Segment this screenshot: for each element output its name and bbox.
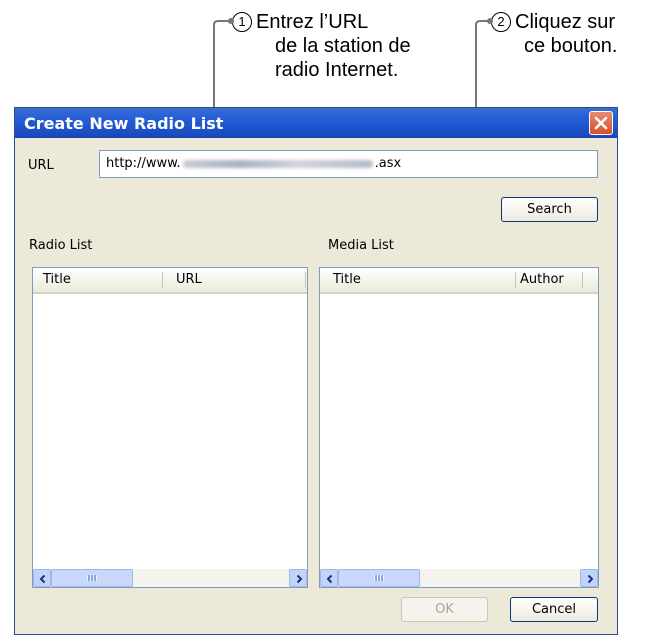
column-separator[interactable] [305, 272, 306, 288]
column-separator[interactable] [162, 272, 163, 288]
close-x-icon [594, 116, 608, 130]
url-value-suffix: .asx [374, 156, 402, 171]
grip-icon [374, 575, 384, 581]
cancel-button[interactable]: Cancel [510, 597, 598, 622]
callout-2-number: 2 [491, 12, 511, 32]
scroll-right-button[interactable] [580, 569, 598, 587]
media-list-hscrollbar[interactable] [320, 569, 598, 587]
arrow-left-icon [39, 574, 46, 584]
arrow-left-icon [326, 574, 333, 584]
callout-2-line-2: ce bouton. [524, 35, 618, 57]
media-list-label: Media List [328, 238, 394, 253]
close-button[interactable] [589, 111, 613, 135]
scroll-right-button[interactable] [289, 569, 307, 587]
callout-2: 2 Cliquez sur ce bouton. [491, 10, 617, 58]
ok-button[interactable]: OK [401, 597, 488, 622]
create-radio-list-dialog: Create New Radio List URL http://www. .as… [14, 107, 618, 635]
callout-1-line-2: de la station de [275, 35, 411, 57]
radio-list-col-url[interactable]: URL [176, 272, 202, 287]
scroll-thumb[interactable] [338, 569, 420, 587]
radio-list-hscrollbar[interactable] [33, 569, 307, 587]
radio-list-header: Title URL [33, 268, 307, 294]
callout-1-number: 1 [232, 12, 252, 32]
arrow-right-icon [587, 574, 594, 584]
scroll-left-button[interactable] [320, 569, 338, 587]
radio-list-label: Radio List [29, 238, 93, 253]
window-title: Create New Radio List [24, 114, 224, 133]
url-redacted-segment [182, 159, 373, 168]
callout-2-line-1: Cliquez sur [515, 11, 616, 33]
radio-list-view[interactable]: Title URL [32, 267, 308, 588]
media-list-col-title[interactable]: Title [333, 272, 361, 287]
scroll-left-button[interactable] [33, 569, 51, 587]
column-separator[interactable] [582, 272, 583, 288]
radio-list-col-title[interactable]: Title [43, 272, 71, 287]
title-bar[interactable]: Create New Radio List [15, 108, 617, 138]
arrow-right-icon [296, 574, 303, 584]
search-button[interactable]: Search [501, 197, 598, 222]
callout-1-line-3: radio Internet. [275, 59, 399, 81]
media-list-view[interactable]: Title Author [319, 267, 599, 588]
column-separator[interactable] [515, 272, 516, 288]
grip-icon [87, 575, 97, 581]
media-list-col-author[interactable]: Author [520, 272, 564, 287]
media-list-header: Title Author [320, 268, 598, 294]
url-label: URL [28, 158, 54, 173]
callout-1: 1 Entrez l’URL de la station de radio Int… [232, 10, 411, 82]
url-value-prefix: http://www. [106, 156, 181, 171]
url-input[interactable]: http://www. .asx [99, 150, 598, 178]
callout-1-line-1: Entrez l’URL [256, 11, 369, 33]
scroll-thumb[interactable] [51, 569, 133, 587]
